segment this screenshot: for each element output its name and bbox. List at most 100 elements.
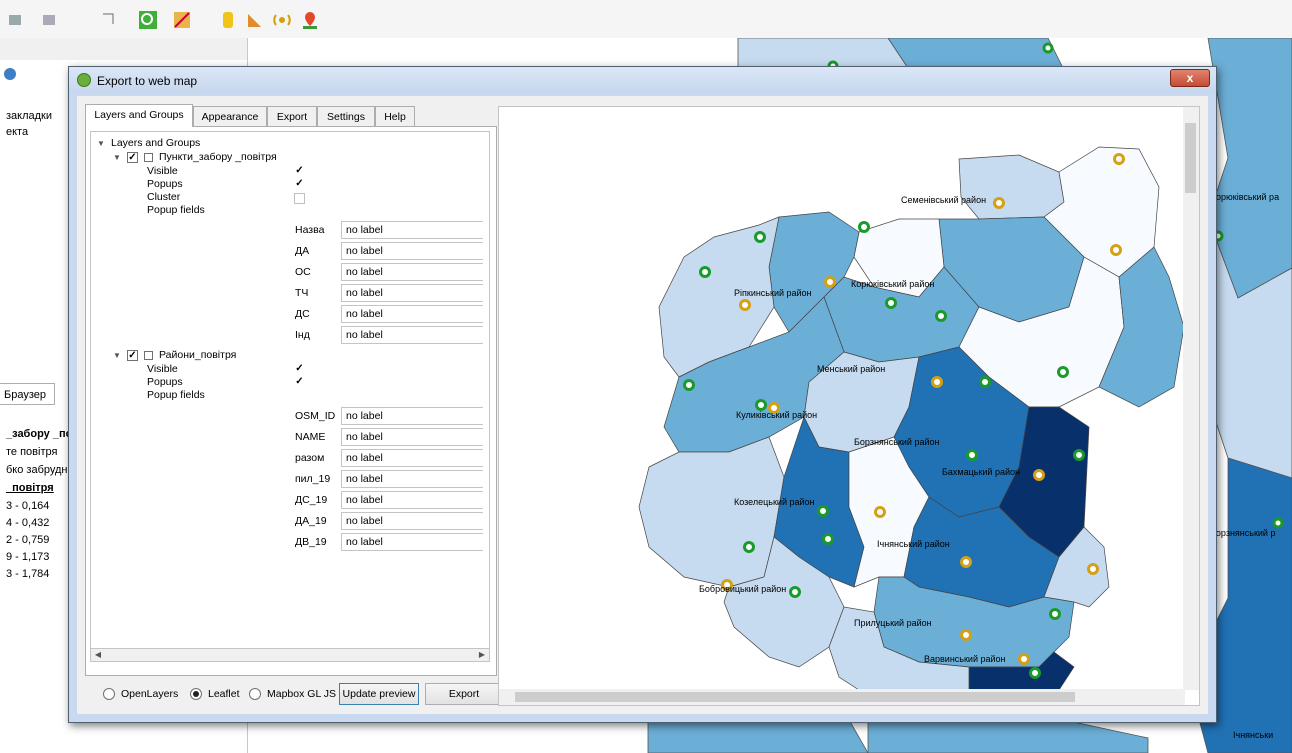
export-button[interactable]: Export [425, 683, 503, 705]
dialog-titlebar[interactable]: Export to web map x [69, 67, 1216, 94]
field-name: разом [295, 452, 325, 464]
legend-class: 2 - 0,759 [6, 534, 50, 546]
field-label-select[interactable]: no label [341, 449, 483, 467]
green-point-marker[interactable] [1049, 608, 1061, 620]
green-point-marker[interactable] [699, 266, 711, 278]
gold-point-marker[interactable] [993, 197, 1005, 209]
map-label-bobrovytskyi: Бобровицький район [699, 584, 786, 594]
layer-remove-icon[interactable] [40, 10, 60, 30]
field-label-select[interactable]: no label [341, 512, 483, 530]
gold-point-marker[interactable] [1018, 653, 1030, 665]
broadcast-icon[interactable] [272, 10, 292, 30]
database-icon[interactable] [218, 10, 238, 30]
field-label-select[interactable]: no label [341, 491, 483, 509]
zoom-icon[interactable] [138, 10, 158, 30]
tab-settings[interactable]: Settings [317, 106, 375, 127]
map-label-ripkynskyi: Ріпкинський район [734, 288, 812, 298]
tab-layers-and-groups[interactable]: Layers and Groups [85, 104, 193, 127]
gold-point-marker[interactable] [874, 506, 886, 518]
legend-text: те повітря [6, 446, 58, 458]
layers-tab-panel: ▼ Layers and Groups ▼ ✓ Пункти_забору _п… [85, 126, 497, 676]
scroll-right-icon[interactable]: ▶ [475, 649, 489, 661]
map-label-bakhmatskyi: Бахмацький район [942, 467, 1020, 477]
visible-label: Visible [147, 165, 178, 177]
expand-arrow-icon[interactable]: ▼ [113, 153, 121, 162]
green-point-marker[interactable] [789, 586, 801, 598]
export-dialog: Export to web map x Layers and Groups Ap… [68, 66, 1217, 723]
panel-text-line: закладки [6, 110, 53, 122]
scroll-left-icon[interactable]: ◀ [91, 649, 105, 661]
map-tools-icon[interactable] [172, 10, 192, 30]
green-point-marker[interactable] [822, 533, 834, 545]
scroll-thumb[interactable] [1185, 123, 1196, 193]
visible-checkbox[interactable]: ✓ [294, 364, 305, 375]
green-point-marker[interactable] [743, 541, 755, 553]
green-point-marker[interactable] [885, 297, 897, 309]
expand-arrow-icon[interactable]: ▼ [97, 139, 105, 148]
field-name: Інд [295, 329, 310, 341]
popup-fields-label: Popup fields [147, 204, 205, 216]
field-label-select[interactable]: no label [341, 305, 483, 323]
legend-text: бко забрудн [6, 464, 68, 476]
map-preview[interactable]: Семенівський район Ріпкинський район Кор… [498, 106, 1200, 706]
field-label-select[interactable]: no label [341, 242, 483, 260]
cluster-checkbox[interactable] [294, 193, 305, 204]
leaflet-radio[interactable] [190, 688, 202, 700]
expand-arrow-icon[interactable]: ▼ [113, 351, 121, 360]
pin-icon[interactable] [300, 10, 320, 30]
green-point-marker[interactable] [1073, 449, 1085, 461]
green-point-marker[interactable] [817, 505, 829, 517]
green-point-marker[interactable] [979, 376, 991, 388]
tab-export[interactable]: Export [267, 106, 317, 127]
field-label-select[interactable]: no label [341, 428, 483, 446]
select-icon[interactable] [100, 10, 120, 30]
tab-appearance[interactable]: Appearance [193, 106, 267, 127]
measure-icon[interactable] [245, 10, 265, 30]
field-name: ДС_19 [295, 494, 328, 506]
layer-add-icon[interactable] [6, 10, 26, 30]
gold-point-marker[interactable] [1087, 563, 1099, 575]
openlayers-radio[interactable] [103, 688, 115, 700]
green-point-marker[interactable] [966, 449, 978, 461]
green-point-marker[interactable] [1057, 366, 1069, 378]
scroll-thumb[interactable] [515, 692, 1075, 702]
field-label-select[interactable]: no label [341, 407, 483, 425]
field-label-select[interactable]: no label [341, 533, 483, 551]
field-label-select[interactable]: no label [341, 263, 483, 281]
tab-help[interactable]: Help [375, 106, 415, 127]
field-label-select[interactable]: no label [341, 221, 483, 239]
field-label-select[interactable]: no label [341, 326, 483, 344]
layer2-checkbox[interactable]: ✓ [127, 350, 138, 361]
close-button[interactable]: x [1170, 69, 1210, 87]
field-label-select[interactable]: no label [341, 470, 483, 488]
layer1-checkbox[interactable]: ✓ [127, 152, 138, 163]
preview-horizontal-scrollbar[interactable] [499, 689, 1185, 705]
layer2-name: Райони_повітря [159, 349, 237, 361]
green-point-marker[interactable] [754, 231, 766, 243]
popups-checkbox[interactable]: ✓ [294, 377, 305, 388]
layers-tree[interactable]: ▼ Layers and Groups ▼ ✓ Пункти_забору _п… [90, 131, 490, 649]
green-point-marker[interactable] [858, 221, 870, 233]
panel-text-line: екта [6, 126, 29, 138]
gold-point-marker[interactable] [1033, 469, 1045, 481]
tab-browser[interactable]: Браузер [0, 383, 55, 405]
gold-point-marker[interactable] [739, 299, 751, 311]
leaflet-label: Leaflet [208, 688, 240, 700]
gold-point-marker[interactable] [960, 556, 972, 568]
popups-checkbox[interactable]: ✓ [294, 179, 305, 190]
mapbox-radio[interactable] [249, 688, 261, 700]
green-point-marker[interactable] [683, 379, 695, 391]
gold-point-marker[interactable] [824, 276, 836, 288]
green-point-marker[interactable] [1029, 667, 1041, 679]
green-point-marker[interactable] [755, 399, 767, 411]
tree-horizontal-scrollbar[interactable]: ◀ ▶ [90, 648, 490, 662]
update-preview-button[interactable]: Update preview [339, 683, 419, 705]
gold-point-marker[interactable] [960, 629, 972, 641]
gold-point-marker[interactable] [1113, 153, 1125, 165]
gold-point-marker[interactable] [931, 376, 943, 388]
field-label-select[interactable]: no label [341, 284, 483, 302]
preview-vertical-scrollbar[interactable] [1183, 107, 1199, 690]
visible-checkbox[interactable]: ✓ [294, 166, 305, 177]
gold-point-marker[interactable] [1110, 244, 1122, 256]
green-point-marker[interactable] [935, 310, 947, 322]
